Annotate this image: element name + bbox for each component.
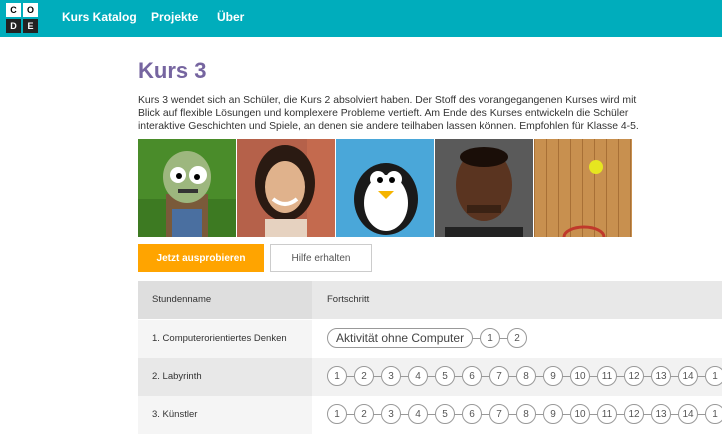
unplugged-activity-bubble[interactable]: Aktivität ohne Computer xyxy=(327,328,481,348)
level-bubble[interactable]: 3 xyxy=(381,404,408,424)
logo-letter: C xyxy=(6,3,21,17)
description-line: Kurs 3 wendet sich an Schüler, die Kurs … xyxy=(138,95,637,106)
person-woman-image xyxy=(237,139,335,237)
level-bubble[interactable]: 13 xyxy=(651,404,678,424)
level-bubble[interactable]: 1 xyxy=(327,366,354,386)
level-bubble[interactable]: 8 xyxy=(516,366,543,386)
level-bubble[interactable]: 9 xyxy=(543,366,570,386)
level-bubble[interactable]: 11 xyxy=(597,366,624,386)
zombie-image xyxy=(138,139,236,237)
progress-header: Fortschritt xyxy=(327,294,370,305)
get-help-button[interactable]: Hilfe erhalten xyxy=(270,244,372,272)
level-bubble[interactable]: 6 xyxy=(462,366,489,386)
table-row: 2. Labyrinth 1 2 3 4 5 6 7 8 9 10 11 12 13 14 1 xyxy=(138,358,722,396)
level-bubble[interactable]: 7 xyxy=(489,366,516,386)
table-row: 1. Computerorientiertes Denken Aktivität… xyxy=(138,320,722,358)
lesson-name: 1. Computerorientiertes Denken xyxy=(152,333,287,344)
level-bubble[interactable]: 13 xyxy=(651,366,678,386)
description-line: Blick auf flexible Lösungen und komplexe… xyxy=(138,108,629,119)
basketball-court-image xyxy=(534,139,632,237)
table-header-row: Stundenname Fortschritt xyxy=(138,281,722,319)
level-bubble[interactable]: 2 xyxy=(507,328,528,348)
logo-letter: D xyxy=(6,19,21,33)
level-bubble[interactable]: 10 xyxy=(570,366,597,386)
header-cell: Stundenname xyxy=(138,281,312,319)
level-bubble[interactable]: 1 xyxy=(480,328,508,348)
level-bubble[interactable]: 14 xyxy=(678,366,705,386)
lesson-name: 2. Labyrinth xyxy=(152,371,202,382)
lesson-cell: 3. Künstler xyxy=(138,396,312,434)
lessons-table: Stundenname Fortschritt 1. Computerorien… xyxy=(138,281,722,434)
level-bubble[interactable]: 2 xyxy=(354,404,381,424)
level-bubble[interactable]: 8 xyxy=(516,404,543,424)
lesson-name: 3. Künstler xyxy=(152,409,198,420)
level-bubble[interactable]: 2 xyxy=(354,366,381,386)
logo-letter: O xyxy=(23,3,38,17)
level-bubble[interactable]: 12 xyxy=(624,366,651,386)
code-logo[interactable]: C O D E xyxy=(6,3,38,33)
description-line: interaktive Geschichten und Spiele, an d… xyxy=(138,121,639,132)
progress-bubbles: Aktivität ohne Computer 1 2 xyxy=(327,328,534,348)
nav-course-catalog[interactable]: Kurs Katalog xyxy=(62,10,137,24)
level-bubble[interactable]: 1 xyxy=(327,404,354,424)
course-description: Kurs 3 wendet sich an Schüler, die Kurs … xyxy=(138,94,658,133)
lesson-cell: 2. Labyrinth xyxy=(138,358,312,396)
table-row: 3. Künstler 1 2 3 4 5 6 7 8 9 10 11 12 13 14 1 xyxy=(138,396,722,434)
level-bubble[interactable]: 4 xyxy=(408,404,435,424)
lesson-cell: 1. Computerorientiertes Denken xyxy=(138,320,312,358)
level-bubble[interactable]: 3 xyxy=(381,366,408,386)
progress-bubbles: 1 2 3 4 5 6 7 8 9 10 11 12 13 14 1 xyxy=(327,366,722,386)
level-bubble[interactable]: 6 xyxy=(462,404,489,424)
level-bubble[interactable]: 1 xyxy=(705,404,722,424)
course-title: Kurs 3 xyxy=(138,58,207,83)
level-bubble[interactable]: 10 xyxy=(570,404,597,424)
level-bubble[interactable]: 12 xyxy=(624,404,651,424)
progress-bubbles: 1 2 3 4 5 6 7 8 9 10 11 12 13 14 1 xyxy=(327,404,722,424)
level-bubble[interactable]: 5 xyxy=(435,404,462,424)
level-bubble[interactable]: 7 xyxy=(489,404,516,424)
penguin-image xyxy=(336,139,434,237)
level-bubble[interactable]: 4 xyxy=(408,366,435,386)
nav-about[interactable]: Über xyxy=(217,10,244,24)
try-now-button[interactable]: Jetzt ausprobieren xyxy=(138,244,264,272)
lesson-name-header: Stundenname xyxy=(152,294,212,305)
top-navigation-bar: C O D E Kurs Katalog Projekte Über xyxy=(0,0,722,37)
person-man-image xyxy=(435,139,533,237)
course-image-strip xyxy=(138,139,633,237)
level-bubble[interactable]: 14 xyxy=(678,404,705,424)
level-bubble[interactable]: 1 xyxy=(705,366,722,386)
nav-projects[interactable]: Projekte xyxy=(151,10,198,24)
level-bubble[interactable]: 5 xyxy=(435,366,462,386)
level-bubble[interactable]: 11 xyxy=(597,404,624,424)
logo-letter: E xyxy=(23,19,38,33)
level-bubble[interactable]: 9 xyxy=(543,404,570,424)
